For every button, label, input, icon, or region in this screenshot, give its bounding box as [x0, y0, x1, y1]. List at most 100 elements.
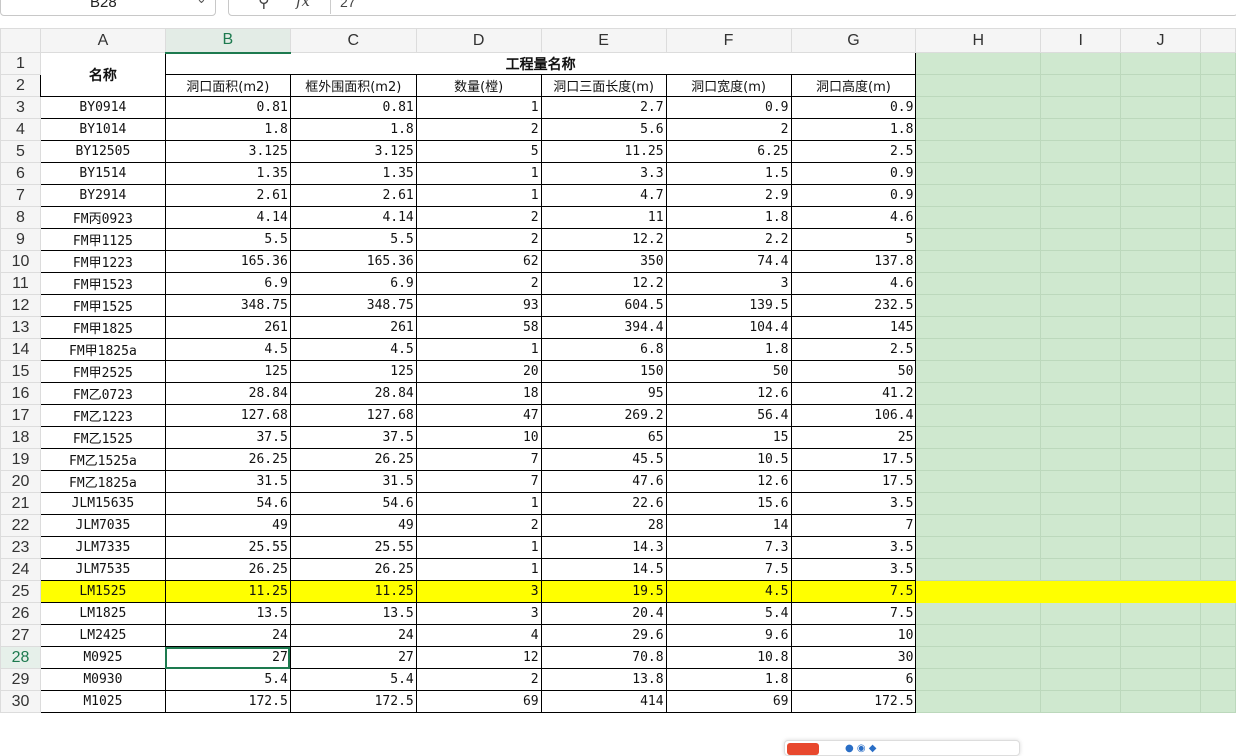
- cell[interactable]: [1199, 338, 1236, 361]
- row-header[interactable]: 23: [0, 536, 41, 559]
- value-cell[interactable]: 47: [415, 404, 542, 427]
- cell[interactable]: [915, 206, 1042, 229]
- value-cell[interactable]: 10.5: [665, 448, 792, 471]
- value-cell[interactable]: 6: [790, 668, 917, 691]
- value-cell[interactable]: 37.5: [164, 426, 291, 449]
- group-title-cell[interactable]: 工程量名称: [164, 52, 917, 75]
- value-cell[interactable]: 4.5: [164, 338, 291, 361]
- value-cell[interactable]: 2: [665, 118, 792, 141]
- value-cell[interactable]: 50: [665, 360, 792, 383]
- cell[interactable]: [1120, 668, 1201, 691]
- value-cell[interactable]: 1.8: [665, 338, 792, 361]
- select-all-corner[interactable]: [0, 28, 41, 53]
- cell[interactable]: [1040, 206, 1122, 229]
- value-cell[interactable]: 145: [790, 316, 917, 339]
- value-cell[interactable]: 4.14: [164, 206, 291, 229]
- value-cell[interactable]: 4: [415, 624, 542, 647]
- value-cell[interactable]: 5.5: [164, 228, 291, 251]
- row-header[interactable]: 25: [0, 580, 41, 603]
- value-cell[interactable]: 2: [415, 118, 542, 141]
- cell[interactable]: [915, 162, 1042, 185]
- value-cell[interactable]: 65: [540, 426, 667, 449]
- value-cell[interactable]: 6.25: [665, 140, 792, 163]
- cell[interactable]: [1199, 470, 1236, 493]
- row-header[interactable]: 19: [0, 448, 41, 471]
- cell[interactable]: [915, 470, 1042, 493]
- column-header-e[interactable]: E: [540, 28, 667, 53]
- item-name-cell[interactable]: FM甲1825a: [39, 338, 166, 361]
- row-header[interactable]: 21: [0, 492, 41, 515]
- cell[interactable]: [1040, 514, 1122, 537]
- item-name-cell[interactable]: BY2914: [39, 184, 166, 207]
- value-cell[interactable]: 125: [164, 360, 291, 383]
- row-header[interactable]: 29: [0, 668, 41, 691]
- cell[interactable]: [1199, 514, 1236, 537]
- item-name-cell[interactable]: FM乙1525: [39, 426, 166, 449]
- cell[interactable]: [1120, 690, 1201, 713]
- cell[interactable]: [1199, 272, 1236, 295]
- cell[interactable]: [1040, 668, 1122, 691]
- value-cell[interactable]: 29.6: [540, 624, 667, 647]
- value-cell[interactable]: 7.5: [790, 580, 917, 603]
- value-cell[interactable]: 12: [415, 646, 542, 669]
- column-header-extra[interactable]: [1199, 28, 1236, 53]
- cell[interactable]: [1120, 338, 1201, 361]
- item-name-cell[interactable]: JLM7535: [39, 558, 166, 581]
- value-cell[interactable]: 261: [289, 316, 417, 339]
- value-cell[interactable]: 5: [415, 140, 542, 163]
- cell[interactable]: [915, 52, 1042, 75]
- cell[interactable]: [1120, 162, 1201, 185]
- cell[interactable]: [1040, 536, 1122, 559]
- value-cell[interactable]: 3.125: [289, 140, 417, 163]
- value-cell[interactable]: 2: [415, 228, 542, 251]
- item-name-cell[interactable]: M0925: [39, 646, 166, 669]
- value-cell[interactable]: 13.5: [289, 602, 417, 625]
- value-cell[interactable]: 28.84: [164, 382, 291, 405]
- cell[interactable]: [915, 580, 1042, 603]
- value-cell[interactable]: 49: [164, 514, 291, 537]
- value-cell[interactable]: 1: [415, 536, 542, 559]
- value-cell[interactable]: 11: [540, 206, 667, 229]
- value-cell[interactable]: 27: [289, 646, 417, 669]
- value-cell[interactable]: 139.5: [665, 294, 792, 317]
- value-cell[interactable]: 0.9: [665, 96, 792, 119]
- value-cell[interactable]: 5.6: [540, 118, 667, 141]
- value-cell[interactable]: 104.4: [665, 316, 792, 339]
- value-cell[interactable]: 4.14: [289, 206, 417, 229]
- cell[interactable]: [1199, 360, 1236, 383]
- row-header[interactable]: 5: [0, 140, 41, 163]
- item-name-cell[interactable]: JLM7035: [39, 514, 166, 537]
- value-cell[interactable]: 5: [790, 228, 917, 251]
- value-cell[interactable]: 69: [415, 690, 542, 713]
- value-cell[interactable]: 1.8: [665, 206, 792, 229]
- cell[interactable]: [1040, 448, 1122, 471]
- cell[interactable]: [1120, 250, 1201, 273]
- cell[interactable]: [1120, 96, 1201, 119]
- sub-header-cell[interactable]: 洞口宽度(m): [665, 74, 792, 97]
- item-name-cell[interactable]: BY1014: [39, 118, 166, 141]
- item-name-cell[interactable]: FM乙1223: [39, 404, 166, 427]
- value-cell[interactable]: 1: [415, 492, 542, 515]
- cell[interactable]: [915, 690, 1042, 713]
- cell[interactable]: [1120, 514, 1201, 537]
- row-header[interactable]: 24: [0, 558, 41, 581]
- fx-icon[interactable]: fx: [296, 0, 310, 10]
- item-name-cell[interactable]: FM乙1525a: [39, 448, 166, 471]
- value-cell[interactable]: 3.5: [790, 492, 917, 515]
- value-cell[interactable]: 25: [790, 426, 917, 449]
- cell[interactable]: [915, 74, 1042, 97]
- value-cell[interactable]: 11.25: [164, 580, 291, 603]
- cell[interactable]: [915, 118, 1042, 141]
- row-header[interactable]: 16: [0, 382, 41, 405]
- value-cell[interactable]: 12.6: [665, 470, 792, 493]
- cell[interactable]: [1199, 140, 1236, 163]
- row-header[interactable]: 20: [0, 470, 41, 493]
- value-cell[interactable]: 37.5: [289, 426, 417, 449]
- name-header-cell[interactable]: 名称: [39, 52, 166, 97]
- row-header[interactable]: 3: [0, 96, 41, 119]
- cell[interactable]: [1040, 338, 1122, 361]
- cell[interactable]: [1040, 228, 1122, 251]
- cell[interactable]: [915, 294, 1042, 317]
- column-header-g[interactable]: G: [790, 28, 917, 53]
- chevron-down-icon[interactable]: ⌄: [196, 0, 207, 7]
